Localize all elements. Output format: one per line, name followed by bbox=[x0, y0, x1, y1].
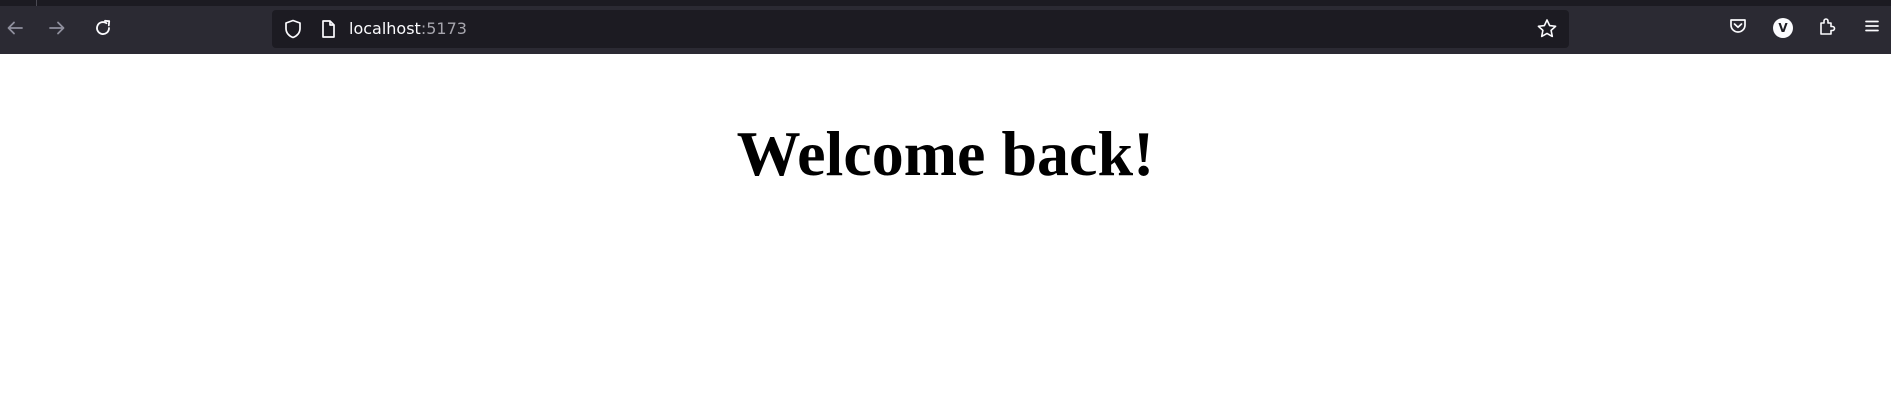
url-port: :5173 bbox=[420, 19, 467, 38]
puzzle-icon bbox=[1817, 16, 1837, 41]
extensions-button[interactable] bbox=[1812, 13, 1842, 43]
star-icon[interactable] bbox=[1535, 17, 1559, 41]
pocket-button[interactable] bbox=[1723, 13, 1753, 43]
arrow-left-icon bbox=[5, 18, 25, 38]
page-title: Welcome back! bbox=[736, 118, 1155, 189]
forward-button[interactable] bbox=[42, 13, 72, 43]
page-viewport: Welcome back! bbox=[0, 54, 1891, 418]
address-bar[interactable]: localhost:5173 bbox=[272, 10, 1569, 48]
shield-icon[interactable] bbox=[282, 18, 304, 40]
arrow-right-icon bbox=[47, 18, 67, 38]
browser-toolbar: localhost:5173 V bbox=[0, 0, 1891, 54]
url-host: localhost bbox=[349, 19, 421, 38]
reload-icon bbox=[93, 18, 113, 38]
pocket-icon bbox=[1728, 16, 1748, 41]
menu-button[interactable] bbox=[1857, 13, 1887, 43]
tab-divider bbox=[36, 0, 37, 6]
url-text[interactable]: localhost:5173 bbox=[349, 19, 467, 39]
back-button[interactable] bbox=[0, 13, 30, 43]
avatar: V bbox=[1773, 18, 1793, 38]
reload-button[interactable] bbox=[88, 13, 118, 43]
account-button[interactable]: V bbox=[1768, 13, 1798, 43]
tab-strip bbox=[0, 0, 1891, 6]
page-icon[interactable] bbox=[317, 18, 339, 40]
hamburger-menu-icon bbox=[1862, 16, 1882, 41]
